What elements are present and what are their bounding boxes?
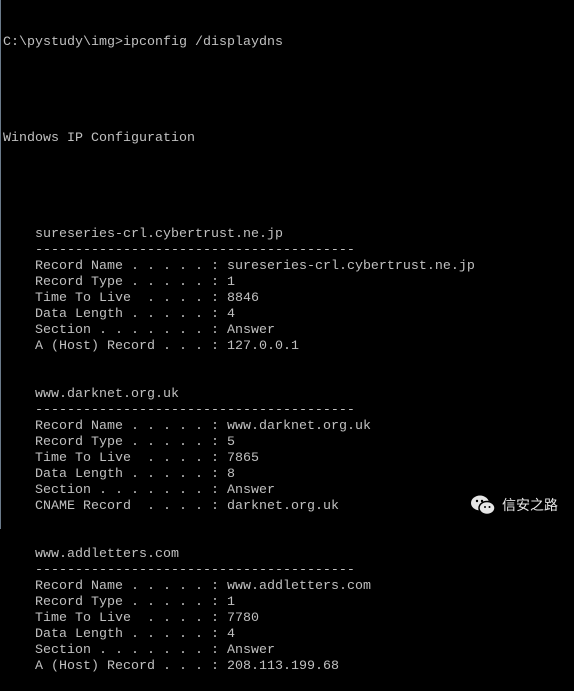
record-row: Time To Live . . . . : 7780 xyxy=(3,611,475,627)
record-row: Time To Live . . . . : 8846 xyxy=(3,291,475,307)
watermark-text: 信安之路 xyxy=(502,498,558,514)
record-value: 4 xyxy=(226,627,235,642)
record-value: www.darknet.org.uk xyxy=(226,419,371,434)
record-value: 7865 xyxy=(226,451,259,466)
record-label: Time To Live . . . . xyxy=(35,291,203,306)
record-value: 4 xyxy=(226,307,235,322)
record-row: Record Type . . . . . : 1 xyxy=(3,595,475,611)
record-label: Record Type . . . . . xyxy=(35,435,203,450)
record-value: 7780 xyxy=(226,611,259,626)
record-row: Record Type . . . . . : 5 xyxy=(3,435,475,451)
record-colon: : xyxy=(202,259,227,274)
config-heading: Windows IP Configuration xyxy=(3,131,195,146)
record-value: 1 xyxy=(226,275,235,290)
record-colon: : xyxy=(202,659,227,674)
record-label: Data Length . . . . . xyxy=(35,627,203,642)
record-colon: : xyxy=(202,643,227,658)
record-row: Record Name . . . . . : www.darknet.org.… xyxy=(3,419,475,435)
dns-entry-separator: ---------------------------------------- xyxy=(35,563,355,578)
record-colon: : xyxy=(202,451,227,466)
dns-entry-name: www.addletters.com xyxy=(35,547,179,562)
record-row: Section . . . . . . . : Answer xyxy=(3,483,475,499)
record-value: 5 xyxy=(226,435,235,450)
window-edge xyxy=(0,0,1,529)
record-colon: : xyxy=(202,307,227,322)
command-line: C:\pystudy\img>ipconfig /displaydns xyxy=(3,35,283,50)
record-value: 8 xyxy=(226,467,235,482)
record-label: Record Name . . . . . xyxy=(35,259,203,274)
record-value: sureseries-crl.cybertrust.ne.jp xyxy=(226,259,475,274)
record-value: Answer xyxy=(226,323,275,338)
record-value: 208.113.199.68 xyxy=(226,659,339,674)
record-row: Data Length . . . . . : 4 xyxy=(3,307,475,323)
record-label: Record Type . . . . . xyxy=(35,595,203,610)
record-colon: : xyxy=(202,435,227,450)
record-colon: : xyxy=(202,291,227,306)
record-value: darknet.org.uk xyxy=(226,499,339,514)
record-value: Answer xyxy=(226,483,275,498)
record-row: Data Length . . . . . : 8 xyxy=(3,467,475,483)
record-row: Record Type . . . . . : 1 xyxy=(3,275,475,291)
record-row: Section . . . . . . . : Answer xyxy=(3,643,475,659)
record-row: CNAME Record . . . . : darknet.org.uk xyxy=(3,499,475,515)
record-colon: : xyxy=(202,323,227,338)
dns-entry-name: sureseries-crl.cybertrust.ne.jp xyxy=(35,227,283,242)
record-label: Record Name . . . . . xyxy=(35,419,203,434)
record-label: Data Length . . . . . xyxy=(35,467,203,482)
record-label: Data Length . . . . . xyxy=(35,307,203,322)
record-row: Data Length . . . . . : 4 xyxy=(3,627,475,643)
record-colon: : xyxy=(202,419,227,434)
record-label: Time To Live . . . . xyxy=(35,611,203,626)
record-colon: : xyxy=(202,595,227,610)
record-row: A (Host) Record . . . : 127.0.0.1 xyxy=(3,339,475,355)
record-label: A (Host) Record . . . xyxy=(35,659,203,674)
record-label: Section . . . . . . . xyxy=(35,323,203,338)
watermark: 信安之路 xyxy=(470,494,558,516)
record-value: 1 xyxy=(226,595,235,610)
wechat-icon xyxy=(471,495,496,516)
record-colon: : xyxy=(202,339,227,354)
record-colon: : xyxy=(202,499,227,514)
record-colon: : xyxy=(202,611,227,626)
record-value: 8846 xyxy=(226,291,259,306)
record-row: A (Host) Record . . . : 208.113.199.68 xyxy=(3,659,475,675)
dns-entry-name: www.darknet.org.uk xyxy=(35,387,179,402)
dns-entry-separator: ---------------------------------------- xyxy=(35,403,355,418)
record-colon: : xyxy=(202,627,227,642)
record-colon: : xyxy=(202,483,227,498)
record-row: Time To Live . . . . : 7865 xyxy=(3,451,475,467)
record-row: Record Name . . . . . : sureseries-crl.c… xyxy=(3,259,475,275)
record-label: Record Name . . . . . xyxy=(35,579,203,594)
record-label: CNAME Record . . . . xyxy=(35,499,203,514)
record-colon: : xyxy=(202,467,227,482)
record-value: Answer xyxy=(226,643,275,658)
record-row: Section . . . . . . . : Answer xyxy=(3,323,475,339)
record-colon: : xyxy=(202,579,227,594)
record-label: Time To Live . . . . xyxy=(35,451,203,466)
record-label: Record Type . . . . . xyxy=(35,275,203,290)
record-label: A (Host) Record . . . xyxy=(35,339,203,354)
record-colon: : xyxy=(202,275,227,290)
record-row: Record Name . . . . . : www.addletters.c… xyxy=(3,579,475,595)
console-output: C:\pystudy\img>ipconfig /displaydns Wind… xyxy=(3,3,475,691)
record-label: Section . . . . . . . xyxy=(35,483,203,498)
record-label: Section . . . . . . . xyxy=(35,643,203,658)
record-value: www.addletters.com xyxy=(226,579,371,594)
record-value: 127.0.0.1 xyxy=(226,339,299,354)
dns-entry-separator: ---------------------------------------- xyxy=(35,243,355,258)
